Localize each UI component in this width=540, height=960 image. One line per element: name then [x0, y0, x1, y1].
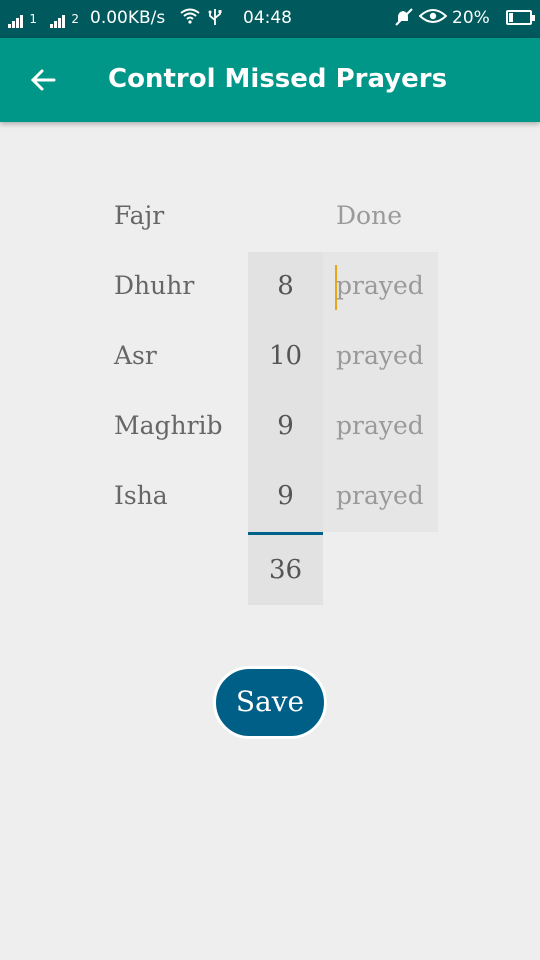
missed-count-maghrib: 9 — [277, 411, 294, 441]
prayed-input-maghrib[interactable]: prayed — [336, 411, 424, 440]
prayed-input-asr[interactable]: prayed — [336, 341, 424, 370]
prayer-label-maghrib: Maghrib — [114, 411, 223, 440]
wifi-icon — [180, 8, 200, 29]
missed-count-isha: 9 — [277, 481, 294, 511]
usb-icon — [208, 8, 222, 31]
eye-icon — [418, 8, 448, 29]
missed-count-dhuhr: 8 — [277, 271, 294, 301]
battery-percent: 20% — [452, 8, 490, 28]
mute-icon — [394, 8, 414, 31]
status-bar: 1 2 0.00KB/s 04:48 20% — [0, 0, 540, 38]
prayer-label-dhuhr: Dhuhr — [114, 271, 195, 300]
prayer-label-isha: Isha — [114, 481, 168, 510]
sim2-signal-icon: 2 — [50, 8, 79, 28]
battery-icon — [506, 10, 535, 25]
arrow-back-icon[interactable] — [24, 60, 64, 100]
page-title: Control Missed Prayers — [108, 64, 448, 94]
prayed-input-isha[interactable]: prayed — [336, 481, 424, 510]
prayer-label-asr: Asr — [114, 341, 157, 370]
done-header: Done — [336, 201, 402, 230]
prayer-label-fajr: Fajr — [114, 201, 165, 230]
sim1-signal-icon: 1 — [8, 8, 37, 28]
network-speed: 0.00KB/s — [90, 8, 166, 28]
clock: 04:48 — [243, 8, 292, 28]
total-count: 36 — [268, 555, 303, 585]
save-button[interactable]: Save — [213, 666, 327, 739]
missed-count-asr: 10 — [268, 341, 303, 371]
prayed-input-dhuhr[interactable]: prayed — [336, 271, 424, 300]
app-bar: Control Missed Prayers — [0, 38, 540, 122]
